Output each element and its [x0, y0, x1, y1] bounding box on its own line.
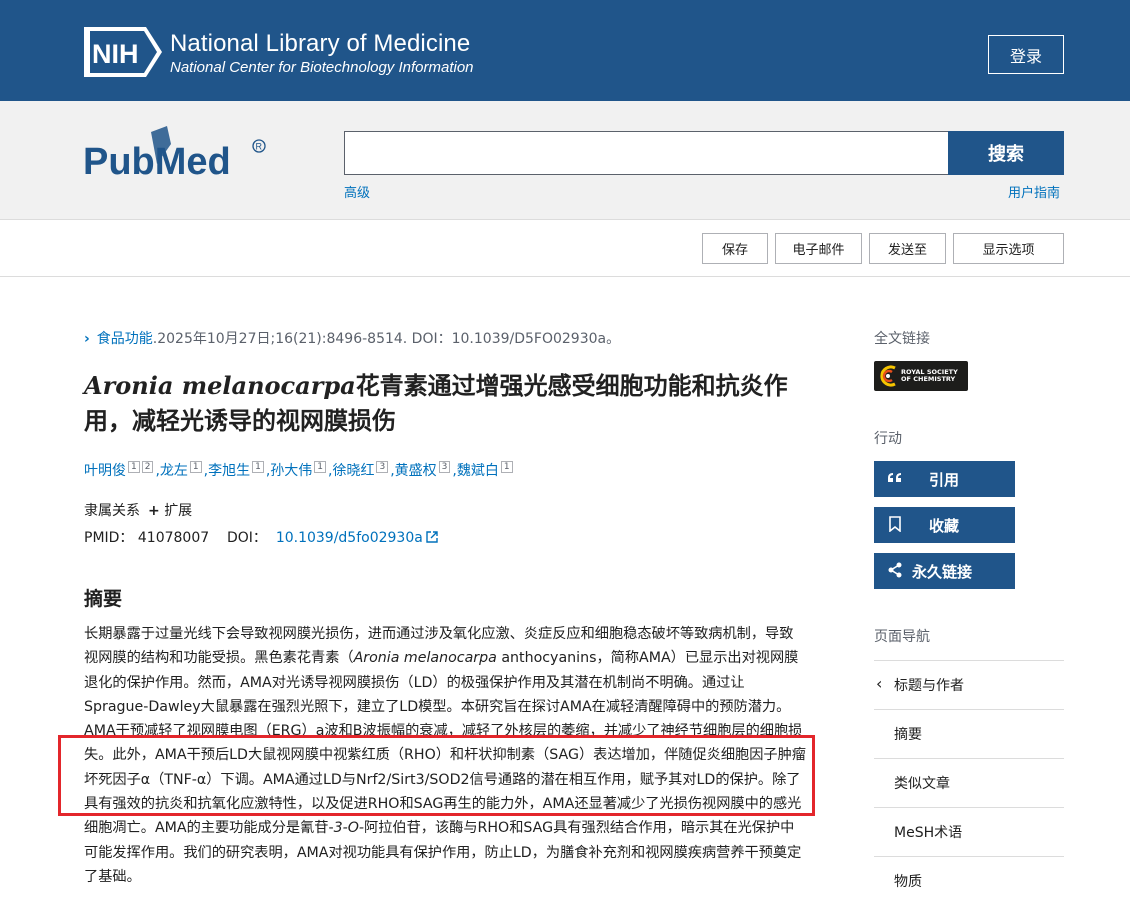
author-link[interactable]: 徐晓红	[332, 463, 374, 479]
author-sup: 3	[438, 461, 453, 473]
cite-button[interactable]: 引用	[874, 461, 1015, 497]
author-link[interactable]: 魏斌白	[457, 463, 499, 479]
chevron-left-icon: ‹	[876, 674, 883, 693]
collections-button[interactable]: 收藏	[874, 507, 1015, 543]
affiliations-label: 隶属关系	[84, 503, 140, 519]
expand-label: 扩展	[164, 503, 193, 519]
external-link-icon[interactable]	[426, 531, 438, 543]
quote-icon	[888, 473, 901, 482]
advanced-search-link[interactable]: 高级	[344, 182, 370, 201]
author-sup: 1	[314, 461, 328, 473]
pubmed-logo[interactable]: PubMed R	[83, 124, 268, 190]
author-link[interactable]: 李旭生	[208, 463, 250, 479]
share-icon	[888, 562, 902, 578]
nih-subtitle: National Center for Biotechnology Inform…	[170, 59, 474, 76]
nav-item-mesh-terms[interactable]: MeSH术语	[874, 807, 1064, 855]
nav-item-abstract[interactable]: 摘要	[874, 709, 1064, 757]
author-sup: 1	[189, 461, 204, 473]
rsc-logo-icon	[880, 365, 896, 387]
author-sup: 3	[376, 461, 390, 473]
author-sup: 1	[252, 461, 266, 473]
doi-link[interactable]: 10.1039/d5fo02930a	[276, 530, 423, 546]
journal-citation: › 食品功能.2025年10月27日;16(21):8496-8514. DOI：…	[84, 328, 620, 348]
author-sup: 12	[128, 461, 155, 473]
author-sup: 1	[500, 461, 515, 473]
page-nav-label: 页面导航	[874, 629, 930, 645]
nav-item-similar-articles[interactable]: 类似文章	[874, 758, 1064, 806]
journal-link[interactable]: 食品功能	[97, 331, 153, 347]
search-input[interactable]	[344, 131, 949, 175]
fulltext-links-label: 全文链接	[874, 331, 930, 347]
permalink-button[interactable]: 永久链接	[874, 553, 1015, 589]
user-guide-link[interactable]: 用户指南	[1008, 182, 1060, 201]
bookmark-icon	[889, 516, 901, 532]
login-button[interactable]: 登录	[988, 35, 1064, 74]
nih-logo[interactable]: NIH	[84, 27, 162, 77]
author-link[interactable]: 叶明俊	[84, 463, 126, 479]
doi-label: DOI：	[226, 530, 267, 546]
email-button[interactable]: 电子邮件	[775, 233, 862, 264]
author-link[interactable]: 孙大伟	[270, 463, 312, 479]
nav-item-substances[interactable]: 物质	[874, 856, 1064, 904]
save-button[interactable]: 保存	[702, 233, 768, 264]
chevron-right-icon: ›	[84, 331, 90, 347]
search-button[interactable]: 搜索	[948, 131, 1064, 175]
abstract-heading: 摘要	[84, 588, 123, 610]
nih-logo-text: NIH	[92, 39, 139, 69]
plus-icon: +	[148, 503, 160, 519]
author-link[interactable]: 黄盛权	[395, 463, 437, 479]
pmid-value: 41078007	[137, 530, 210, 546]
nih-title[interactable]: National Library of Medicine	[170, 31, 470, 57]
author-link[interactable]: 龙左	[160, 463, 188, 479]
nav-item-title-authors[interactable]: ‹ 标题与作者	[874, 660, 1064, 708]
article-title: Aronia melanocarpa花青素通过增强光感受细胞功能和抗炎作用，减轻…	[84, 368, 804, 438]
author-list: 叶明俊 1 2 ,龙左 1 ,李旭生 1 ,孙大伟 1 ,徐晓红 3 ,黄盛权 3 ,魏斌白 1	[84, 460, 515, 480]
send-to-button[interactable]: 发送至	[869, 233, 946, 264]
rsc-fulltext-link[interactable]: ROYAL SOCIETY OF CHEMISTRY	[874, 361, 968, 391]
title-italic: Aronia melanocarpa	[84, 371, 356, 400]
citation-text: .2025年10月27日;16(21):8496-8514. DOI：10.10…	[152, 331, 621, 347]
display-options-button[interactable]: 显示选项	[953, 233, 1064, 264]
abstract-text: 长期暴露于过量光线下会导致视网膜光损伤，进而通过涉及氧化应激、炎症反应和细胞稳态…	[84, 626, 806, 885]
pmid-label: PMID：	[84, 530, 134, 546]
actions-label: 行动	[874, 431, 902, 447]
svg-text:R: R	[256, 142, 263, 152]
affiliations-toggle[interactable]: 隶属关系 + 扩展	[84, 500, 192, 520]
article-ids: PMID： 41078007 DOI： 10.1039/d5fo02930a	[84, 527, 438, 547]
